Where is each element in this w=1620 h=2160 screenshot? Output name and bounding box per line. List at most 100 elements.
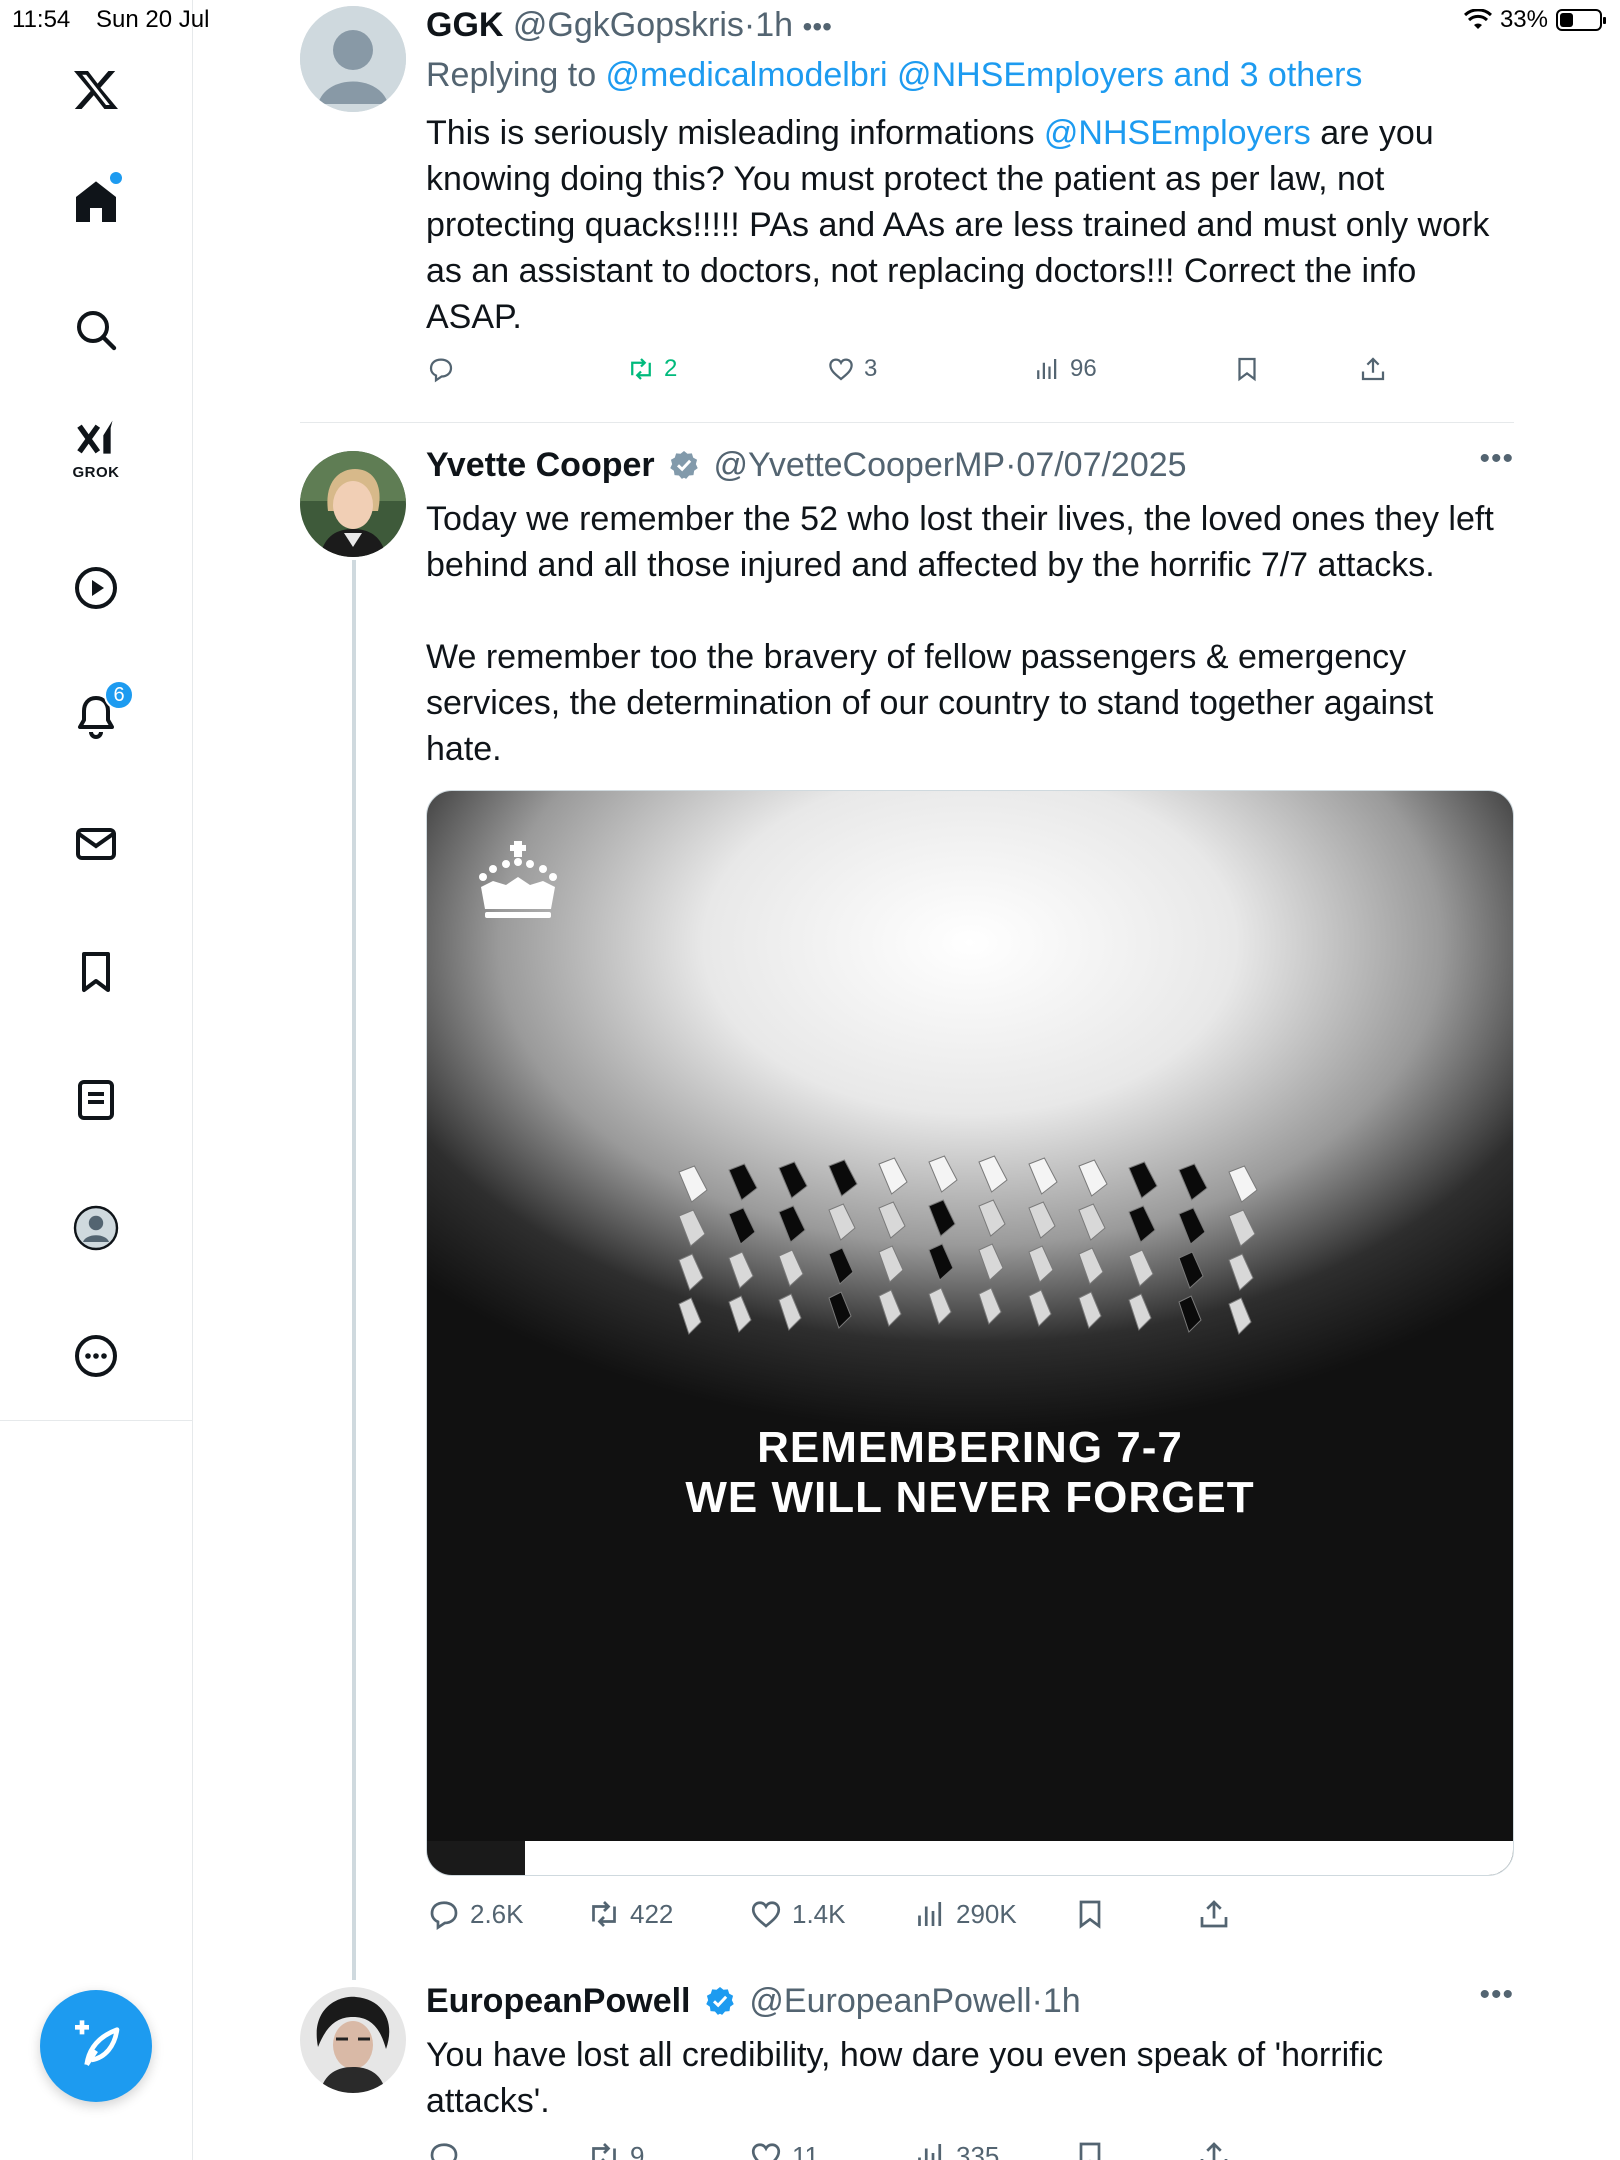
sculpture-block [978,1243,1004,1281]
author-name[interactable]: Yvette Cooper [426,446,655,484]
views-button[interactable]: 335 [912,2138,999,2160]
reply-button[interactable] [426,2138,462,2160]
sculpture-block [828,1247,854,1285]
bookmark-button[interactable] [1072,2138,1108,2160]
sculpture-block [778,1249,804,1287]
bookmark-button[interactable] [1072,1896,1108,1932]
verified-gray-icon [670,451,698,479]
reply-icon [430,2143,458,2160]
like-button[interactable]: 11 [748,2138,819,2160]
media-caption-line-2: WE WILL NEVER FORGET [685,1473,1255,1522]
sidebar-item-messages[interactable] [58,806,134,882]
compose-button[interactable] [40,1990,152,2102]
home-icon [76,181,116,222]
bookmark-button[interactable] [1232,354,1262,384]
repost-count: 9 [630,2140,645,2160]
reply-button[interactable] [426,354,456,384]
video-icon [75,567,117,609]
grok-icon [77,420,113,454]
repost-button[interactable]: 9 [586,2138,644,2160]
sculpture-block [1128,1205,1156,1243]
search-icon [77,311,117,351]
sidebar-item-video[interactable] [58,550,134,626]
sidebar-item-bookmarks[interactable] [58,934,134,1010]
sculpture-block [1228,1209,1256,1247]
tweet-text-line: protecting quacks!!!!! PAs and AAs are l… [426,206,1490,244]
sidebar-item-lists[interactable] [58,1062,134,1138]
compose-icon [75,2020,120,2066]
video-progress-track[interactable] [427,1841,1513,1875]
media-caption: REMEMBERING 7-7 WE WILL NEVER FORGET [427,1423,1513,1523]
x-logo-button[interactable] [58,52,134,128]
sculpture-block [978,1287,1002,1325]
sidebar: GROK 6 [0,0,193,2160]
sculpture-block [1178,1207,1206,1245]
tweet-time[interactable]: 07/07/2025 [1016,446,1186,484]
tweet-european-powell[interactable]: EuropeanPowell @EuropeanPowell·1h ••• Yo… [300,1978,1514,2160]
sculpture-block [1078,1291,1102,1329]
status-time: 11:54 [12,6,71,33]
sculpture-block [778,1293,802,1331]
repost-button[interactable]: 2 [626,354,677,384]
more-options-icon[interactable]: ••• [1479,442,1514,476]
sculpture-block [1178,1295,1202,1333]
share-icon [1200,2142,1228,2160]
tweet-text-line [426,588,1494,634]
repost-button[interactable]: 422 [586,1896,673,1932]
views-count: 96 [1070,355,1097,382]
share-button[interactable] [1358,354,1388,384]
list-icon [78,1080,114,1120]
repost-icon [631,358,651,380]
share-button[interactable] [1196,1896,1232,1932]
author-handle[interactable]: @YvetteCooperMP [714,446,1006,484]
like-count: 11 [792,2140,819,2160]
home-unread-dot [110,172,122,184]
avatar[interactable] [300,1987,406,2093]
sculpture-block [1128,1293,1152,1331]
tweet-ggk[interactable]: GGK @GgkGopskris·1h ••• Replying to @med… [300,6,1514,416]
mention-link[interactable]: @NHSEmployers [1044,114,1311,152]
sculpture-block [1228,1165,1258,1203]
tweet-text-line: knowing doing this? You must protect the… [426,160,1385,198]
sculpture-block [978,1155,1008,1193]
bookmark-icon [1079,2142,1101,2160]
sidebar-item-home[interactable] [58,164,134,240]
battery-percent: 33% [1499,6,1548,33]
author-name[interactable]: EuropeanPowell [426,1982,691,2020]
video-progress-fill [427,1841,525,1875]
avatar[interactable] [300,451,406,557]
tweet-text: You have lost all credibility, how dare … [426,2032,1383,2124]
sidebar-item-grok[interactable]: GROK [58,412,134,488]
sculpture-block [1178,1163,1208,1201]
tweet-text-line: We remember too the bravery of fellow pa… [426,638,1407,676]
separator: · [1031,1982,1043,2020]
replying-to: Replying to @medicalmodelbri @NHSEmploye… [426,56,1362,95]
views-button[interactable]: 96 [1032,354,1097,384]
sculpture-block [1078,1247,1104,1285]
sidebar-item-notifications[interactable]: 6 [58,678,134,754]
tweet-media-image[interactable]: REMEMBERING 7-7 WE WILL NEVER FORGET [426,790,1514,1876]
reply-icon [430,1901,458,1931]
sculpture-block [678,1297,702,1335]
like-button[interactable]: 1.4K [748,1896,846,1932]
sidebar-item-more[interactable] [58,1318,134,1394]
author-handle[interactable]: @EuropeanPowell [749,1982,1031,2020]
like-button[interactable]: 3 [826,354,877,384]
sculpture-block [828,1203,856,1241]
sculpture-block [928,1287,952,1325]
tweet-text-line: attacks'. [426,2082,550,2120]
reply-button[interactable]: 2.6K [426,1896,524,1932]
share-button[interactable] [1196,2138,1232,2160]
tweet-time[interactable]: 1h [1043,1982,1081,2020]
heart-icon [751,2143,781,2160]
tweet-actions: 2 3 96 [426,354,1426,398]
reply-icon [429,358,453,383]
battery-level [1560,13,1573,27]
sidebar-item-profile[interactable] [58,1190,134,1266]
sidebar-item-search[interactable] [58,292,134,368]
replying-to-mentions[interactable]: @medicalmodelbri @NHSEmployers and 3 oth… [606,56,1363,94]
memorial-sculpture-graphic [678,1155,1258,1335]
views-button[interactable]: 290K [912,1896,1017,1932]
more-options-icon[interactable]: ••• [1479,1978,1514,2012]
sculpture-block [828,1159,858,1197]
